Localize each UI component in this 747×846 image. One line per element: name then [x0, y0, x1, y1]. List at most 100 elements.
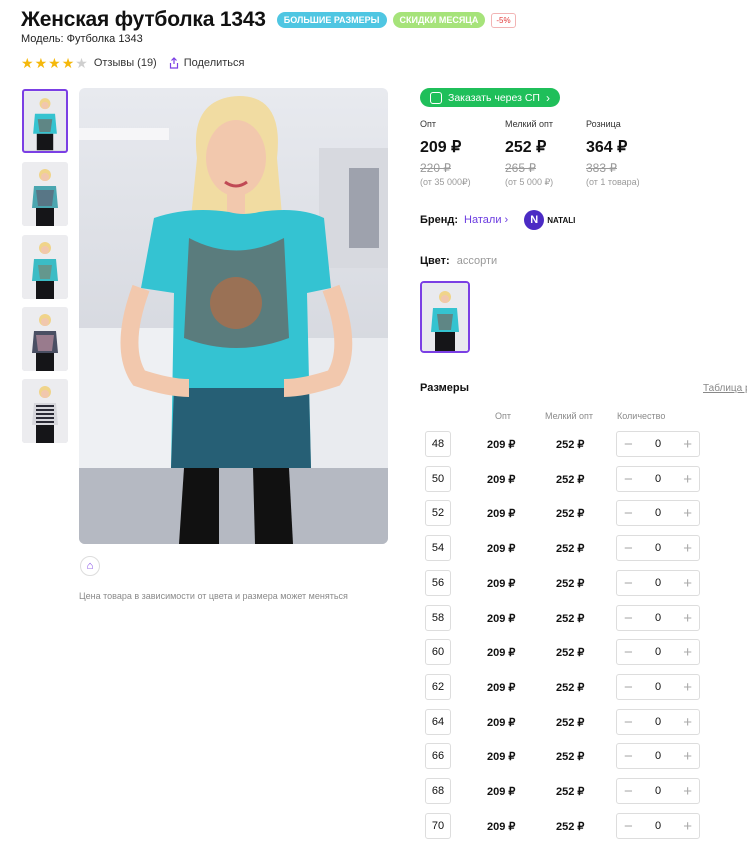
minus-icon[interactable]: − [624, 645, 633, 660]
color-row: Цвет: ассорти [420, 255, 497, 267]
quantity-stepper[interactable]: − 0 + [616, 674, 700, 700]
quantity-stepper[interactable]: − 0 + [616, 500, 700, 526]
plus-icon[interactable]: + [683, 506, 692, 521]
quantity-stepper[interactable]: − 0 + [616, 535, 700, 561]
badge-big-sizes[interactable]: БОЛЬШИЕ РАЗМЕРЫ [276, 12, 387, 28]
share-button[interactable]: Поделиться [169, 57, 244, 69]
size-row: 58 209 ₽ 252 ₽ − 0 + [425, 605, 705, 631]
plus-icon[interactable]: + [683, 784, 692, 799]
minus-icon[interactable]: − [624, 611, 633, 626]
color-swatch-assorted[interactable] [420, 281, 470, 353]
hanger-button[interactable]: ⌂ [80, 556, 100, 576]
quantity-value[interactable]: 0 [655, 612, 661, 624]
chevron-right-icon: › [545, 90, 550, 105]
quantity-stepper[interactable]: − 0 + [616, 709, 700, 735]
color-value: ассорти [456, 255, 498, 267]
size-label: 60 [425, 639, 451, 665]
quantity-value[interactable]: 0 [655, 438, 661, 450]
quantity-stepper[interactable]: − 0 + [616, 743, 700, 769]
size-price-small-opt: 252 ₽ [556, 578, 585, 590]
size-label: 56 [425, 570, 451, 596]
thumbnail-image [22, 162, 68, 226]
price-wholesale: Опт 209 ₽ 220 ₽ (от 35 000₽) [420, 119, 471, 188]
thumbnail-2[interactable] [22, 162, 68, 226]
quantity-value[interactable]: 0 [655, 507, 661, 519]
price-old: 383 ₽ [586, 161, 617, 175]
size-row: 70 209 ₽ 252 ₽ − 0 + [425, 813, 705, 839]
plus-icon[interactable]: + [683, 576, 692, 591]
plus-icon[interactable]: + [683, 645, 692, 660]
minus-icon[interactable]: − [624, 680, 633, 695]
quantity-value[interactable]: 0 [655, 750, 661, 762]
size-label: 68 [425, 778, 451, 804]
size-price-opt: 209 ₽ [487, 578, 516, 590]
order-via-sp-button[interactable]: Заказать через СП › [420, 88, 560, 107]
plus-icon[interactable]: + [683, 749, 692, 764]
plus-icon[interactable]: + [683, 437, 692, 452]
thumbnail-3[interactable] [22, 235, 68, 299]
quantity-stepper[interactable]: − 0 + [616, 778, 700, 804]
price-value: 209 ₽ [420, 139, 462, 156]
minus-icon[interactable]: − [624, 541, 633, 556]
minus-icon[interactable]: − [624, 749, 633, 764]
main-product-photo[interactable] [79, 88, 388, 544]
brand-logo[interactable]: N NATALI [524, 210, 575, 230]
plus-icon[interactable]: + [683, 611, 692, 626]
minus-icon[interactable]: − [624, 472, 633, 487]
size-price-small-opt: 252 ₽ [556, 613, 585, 625]
plus-icon[interactable]: + [683, 541, 692, 556]
size-price-opt: 209 ₽ [487, 786, 516, 798]
share-icon [169, 57, 178, 69]
title-row: Женская футболка 1343 БОЛЬШИЕ РАЗМЕРЫ СК… [21, 8, 516, 32]
plus-icon[interactable]: + [683, 680, 692, 695]
thumbnail-1[interactable] [22, 89, 68, 153]
quantity-value[interactable]: 0 [655, 785, 661, 797]
plus-icon[interactable]: + [683, 715, 692, 730]
size-price-opt: 209 ₽ [487, 508, 516, 520]
quantity-stepper[interactable]: − 0 + [616, 466, 700, 492]
plus-icon[interactable]: + [683, 819, 692, 834]
size-row: 62 209 ₽ 252 ₽ − 0 + [425, 674, 705, 700]
quantity-stepper[interactable]: − 0 + [616, 639, 700, 665]
minus-icon[interactable]: − [624, 506, 633, 521]
price-label: Опт [420, 119, 436, 129]
minus-icon[interactable]: − [624, 784, 633, 799]
product-photo-image [79, 88, 388, 544]
quantity-value[interactable]: 0 [655, 681, 661, 693]
quantity-value[interactable]: 0 [655, 542, 661, 554]
reviews-link[interactable]: Отзывы (19) [94, 57, 157, 69]
badge-month-sale[interactable]: СКИДКИ МЕСЯЦА [392, 12, 486, 28]
quantity-stepper[interactable]: − 0 + [616, 813, 700, 839]
quantity-value[interactable]: 0 [655, 473, 661, 485]
thumbnail-image [22, 235, 68, 299]
size-row: 50 209 ₽ 252 ₽ − 0 + [425, 466, 705, 492]
size-label: 54 [425, 535, 451, 561]
size-price-small-opt: 252 ₽ [556, 508, 585, 520]
quantity-value[interactable]: 0 [655, 716, 661, 728]
minus-icon[interactable]: − [624, 437, 633, 452]
rating-stars[interactable]: ★ ★ ★ ★ ★ [21, 56, 89, 70]
star-icon: ★ [61, 55, 75, 71]
quantity-value[interactable]: 0 [655, 820, 661, 832]
price-label: Розница [586, 119, 621, 129]
hanger-icon: ⌂ [86, 560, 94, 572]
plus-icon[interactable]: + [683, 472, 692, 487]
quantity-stepper[interactable]: − 0 + [616, 570, 700, 596]
quantity-value[interactable]: 0 [655, 646, 661, 658]
quantity-stepper[interactable]: − 0 + [616, 605, 700, 631]
price-small-wholesale: Мелкий опт 252 ₽ 265 ₽ (от 5 000 ₽) [505, 119, 553, 188]
brand-link[interactable]: Натали › [464, 214, 508, 226]
size-price-opt: 209 ₽ [487, 474, 516, 486]
size-table-link[interactable]: Таблица р [703, 383, 747, 394]
quantity-stepper[interactable]: − 0 + [616, 431, 700, 457]
price-min: (от 5 000 ₽) [505, 177, 554, 187]
thumbnail-5[interactable] [22, 379, 68, 443]
minus-icon[interactable]: − [624, 819, 633, 834]
rating-row: ★ ★ ★ ★ ★ Отзывы (19) Поделиться [21, 56, 244, 70]
quantity-value[interactable]: 0 [655, 577, 661, 589]
minus-icon[interactable]: − [624, 576, 633, 591]
size-label: 58 [425, 605, 451, 631]
thumbnail-4[interactable] [22, 307, 68, 371]
minus-icon[interactable]: − [624, 715, 633, 730]
size-price-opt: 209 ₽ [487, 647, 516, 659]
